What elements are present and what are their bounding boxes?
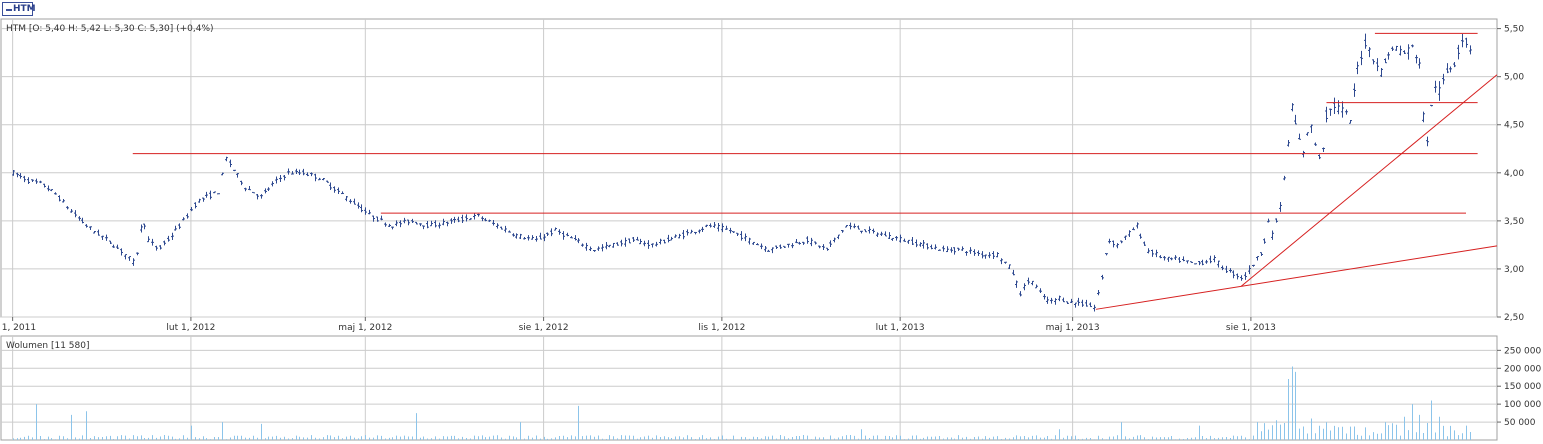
- volume-y-tick-label: 250 000: [1504, 346, 1541, 356]
- x-tick-label: lut 1, 2012: [166, 323, 215, 333]
- volume-y-axis: 250 000 200 000 150 000 100 000 50 000: [1497, 346, 1541, 428]
- volume-info-label: Wolumen [11 580]: [6, 341, 89, 351]
- y-tick-label: 5,00: [1504, 73, 1524, 83]
- legend-tab-label: HTM: [13, 4, 36, 14]
- x-tick-label: maj 1, 2012: [338, 323, 392, 333]
- y-tick-label: 4,50: [1504, 121, 1524, 131]
- volume-y-tick-label: 50 000: [1504, 418, 1536, 428]
- y-tick-label: 3,00: [1504, 265, 1524, 275]
- x-tick-label: lis 1, 2012: [698, 323, 745, 333]
- x-tick-label: lut 1, 2013: [876, 323, 925, 333]
- x-tick-label: sie 1, 2013: [1226, 323, 1276, 333]
- volume-panel-frame: [0, 335, 1498, 441]
- x-tick-label: maj 1, 2013: [1046, 323, 1100, 333]
- legend-line-swatch: [6, 9, 12, 11]
- price-y-axis: 5,50 5,00 4,50 4,00 3,50 3,00 2,50: [1497, 25, 1524, 323]
- date-x-axis: lis 1, 2011 lut 1, 2012 maj 1, 2012 sie 1, …: [0, 317, 1276, 333]
- y-tick-label: 5,50: [1504, 25, 1524, 35]
- y-tick-label: 3,50: [1504, 217, 1524, 227]
- legend-tab[interactable]: HTM: [2, 2, 36, 16]
- stock-chart: 5,50 5,00 4,50 4,00 3,50 3,00 2,50 lis 1, 2011…: [0, 18, 1541, 441]
- volume-y-tick-label: 150 000: [1504, 382, 1541, 392]
- price-info-label: HTM [O: 5,40 H: 5,42 L: 5,30 C: 5,30] (+…: [6, 24, 214, 34]
- x-tick-label: sie 1, 2012: [519, 323, 569, 333]
- volume-y-tick-label: 200 000: [1504, 364, 1541, 374]
- y-tick-label: 4,00: [1504, 169, 1524, 179]
- y-tick-label: 2,50: [1504, 313, 1524, 323]
- volume-y-tick-label: 100 000: [1504, 400, 1541, 410]
- price-panel-frame: [0, 18, 1498, 318]
- x-tick-label: lis 1, 2011: [0, 323, 36, 333]
